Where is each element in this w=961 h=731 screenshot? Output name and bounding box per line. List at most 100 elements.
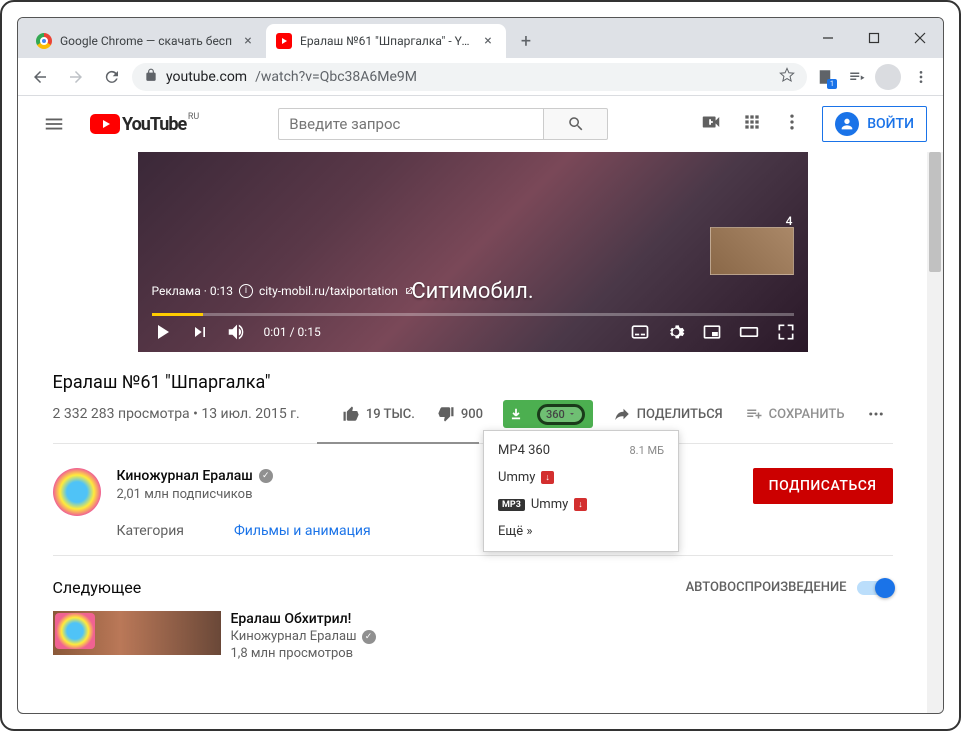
chrome-favicon <box>36 33 52 49</box>
tab-title: Google Chrome — скачать бесп <box>60 34 232 48</box>
quality-label: 360 <box>546 408 565 421</box>
tab-close[interactable]: × <box>240 33 256 49</box>
play-button[interactable] <box>150 320 174 344</box>
dd-more-label: Ещё » <box>498 524 532 539</box>
player-time: 0:01 / 0:15 <box>264 325 321 339</box>
browser-tab-youtube[interactable]: Ералаш №61 "Шпаргалка" - You × <box>266 24 506 58</box>
nav-forward <box>60 61 92 93</box>
next-button[interactable] <box>190 322 210 342</box>
create-video-icon[interactable] <box>700 111 722 137</box>
dislike-button[interactable]: 900 <box>429 399 491 429</box>
next-video-item[interactable]: Ералаш Обхитрил! Киножурнал Ералаш ✓ 1,8 … <box>53 611 893 661</box>
theater-button[interactable] <box>738 322 760 342</box>
youtube-logo-icon <box>90 114 120 134</box>
next-video-views: 1,8 млн просмотров <box>231 646 376 661</box>
profile-avatar[interactable] <box>875 64 901 90</box>
ad-info[interactable]: Реклама · 0:13 i city-mobil.ru/taxiporta… <box>152 284 414 298</box>
player-controls: 0:01 / 0:15 <box>138 312 808 352</box>
nav-back[interactable] <box>24 61 56 93</box>
youtube-header: YouTube RU ВОЙТИ <box>18 96 943 152</box>
youtube-favicon <box>276 33 292 49</box>
next-video-thumb <box>53 611 221 655</box>
download-button[interactable] <box>503 400 529 428</box>
media-control-icon[interactable] <box>843 63 871 91</box>
download-option-mp4[interactable]: MP4 360 8.1 МБ <box>484 437 678 464</box>
verified-icon: ✓ <box>259 469 273 483</box>
dislike-count: 900 <box>461 407 483 422</box>
hamburger-menu[interactable] <box>34 104 74 144</box>
category-label: Категория <box>117 523 184 539</box>
more-menu-icon[interactable] <box>782 112 802 136</box>
dd-mp4-label: MP4 360 <box>498 443 550 458</box>
search-button[interactable] <box>543 108 608 140</box>
lock-icon <box>144 68 158 86</box>
category-value[interactable]: Фильмы и анимация <box>234 523 371 539</box>
settings-button[interactable] <box>666 322 686 342</box>
omnibox[interactable]: youtube.com/watch?v=Qbc38A6Me9M <box>132 63 807 91</box>
chevron-down-icon <box>568 410 576 418</box>
window-maximize[interactable] <box>851 18 897 58</box>
new-tab-button[interactable]: + <box>512 27 540 55</box>
youtube-logo-text: YouTube <box>122 114 186 135</box>
signin-button[interactable]: ВОЙТИ <box>822 106 927 142</box>
signin-label: ВОЙТИ <box>867 116 914 132</box>
url-path: /watch?v=Qbc38A6Me9M <box>255 69 417 85</box>
star-icon[interactable] <box>779 67 795 87</box>
scrollbar-thumb[interactable] <box>929 152 941 272</box>
channel-name[interactable]: Киножурнал Ералаш <box>117 468 253 484</box>
share-button[interactable]: ПОДЕЛИТЬСЯ <box>605 399 731 429</box>
download-badge-icon: ↓ <box>541 471 554 484</box>
dd-mp4-size: 8.1 МБ <box>630 444 665 457</box>
verified-icon: ✓ <box>362 630 376 644</box>
signin-avatar-icon <box>835 112 859 136</box>
next-video-thumbnail[interactable]: 4 <box>710 227 794 275</box>
download-group: 360 MP4 360 8.1 МБ Ummy↓ <box>503 400 593 428</box>
url-host: youtube.com <box>166 69 247 85</box>
video-player[interactable]: 4 Ситимобил. Реклама · 0:13 i city-mobil… <box>138 152 808 352</box>
youtube-logo[interactable]: YouTube RU <box>90 114 186 135</box>
like-button[interactable]: 19 ТЫС. <box>334 399 423 429</box>
browser-menu[interactable] <box>905 61 937 93</box>
autoplay-label: АВТОВОСПРОИЗВЕДЕНИЕ <box>686 580 847 595</box>
ad-label: Реклама · 0:13 <box>152 284 233 298</box>
volume-button[interactable] <box>226 321 248 343</box>
save-button[interactable]: СОХРАНИТЬ <box>737 399 853 429</box>
download-badge-icon: ↓ <box>574 498 587 511</box>
info-icon[interactable]: i <box>239 284 253 298</box>
subtitles-button[interactable] <box>630 322 650 342</box>
autoplay-toggle[interactable] <box>857 581 893 595</box>
subscribe-button[interactable]: ПОДПИСАТЬСЯ <box>753 468 893 504</box>
more-actions[interactable] <box>859 399 893 429</box>
nav-reload[interactable] <box>96 61 128 93</box>
download-option-more[interactable]: Ещё » <box>484 518 678 545</box>
extension-icon[interactable]: 1 <box>811 63 839 91</box>
window-minimize[interactable] <box>805 18 851 58</box>
tab-close[interactable]: × <box>480 33 496 49</box>
video-title: Ералаш №61 "Шпаргалка" <box>53 372 893 393</box>
next-video-title: Ералаш Обхитрил! <box>231 611 376 627</box>
thumb-badge: 4 <box>786 214 793 228</box>
search-container <box>278 108 608 140</box>
fullscreen-button[interactable] <box>776 322 796 342</box>
apps-grid-icon[interactable] <box>742 112 762 136</box>
browser-tab-chrome[interactable]: Google Chrome — скачать бесп × <box>26 24 266 58</box>
download-quality-selector[interactable]: 360 <box>529 400 593 428</box>
tab-title: Ералаш №61 "Шпаргалка" - You <box>300 34 472 48</box>
sentiment-bar <box>317 442 479 444</box>
save-label: СОХРАНИТЬ <box>769 407 845 422</box>
next-channel-name: Киножурнал Ералаш <box>231 629 357 644</box>
scrollbar[interactable] <box>927 152 943 713</box>
extension-badge: 1 <box>827 79 837 89</box>
channel-subscribers: 2,01 млн подписчиков <box>117 487 371 502</box>
external-link-icon <box>404 286 414 296</box>
window-close[interactable] <box>897 18 943 58</box>
download-option-ummy1[interactable]: Ummy↓ <box>484 464 678 491</box>
video-overlay-text: Ситимобил. <box>411 279 533 304</box>
share-label: ПОДЕЛИТЬСЯ <box>637 407 723 422</box>
channel-avatar[interactable] <box>53 468 101 516</box>
search-input[interactable] <box>278 108 543 140</box>
miniplayer-button[interactable] <box>702 322 722 342</box>
download-option-mp3[interactable]: MP3Ummy↓ <box>484 491 678 518</box>
next-heading: Следующее <box>53 578 142 597</box>
youtube-region: RU <box>188 112 199 122</box>
